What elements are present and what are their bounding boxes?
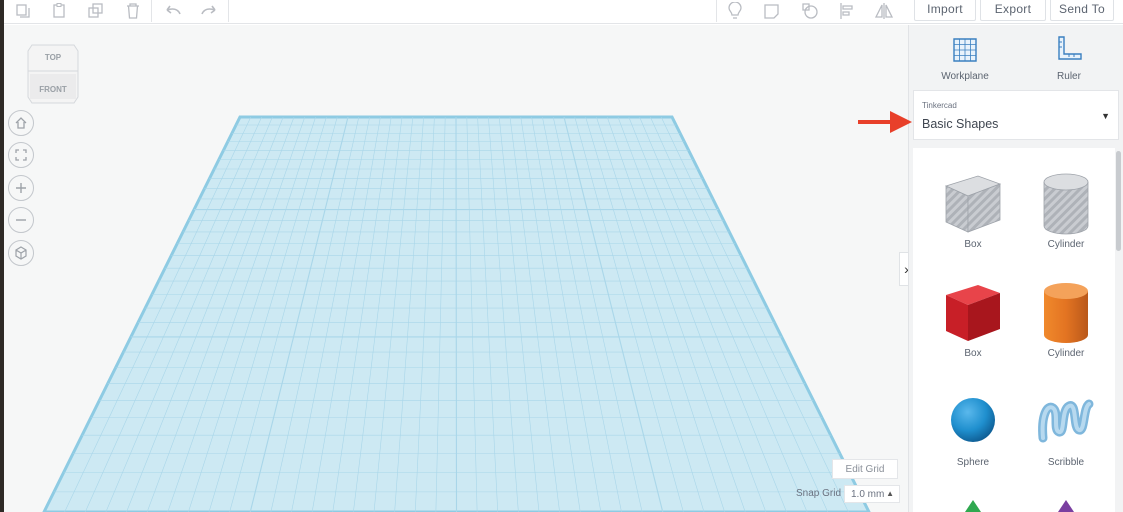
shape-sphere[interactable]: Sphere: [928, 376, 1018, 476]
redo-icon[interactable]: [198, 0, 220, 22]
shape-box-hole[interactable]: Box: [928, 158, 1018, 258]
tinkercad-app: Import Export Send To TOP FRONT Edit Gri…: [4, 0, 1123, 512]
shapes-panel: Workplane Ruler Tinkercad Basic Shapes ▼: [908, 25, 1123, 512]
perspective-button[interactable]: [8, 240, 34, 266]
caret-up-icon: ▲: [886, 489, 894, 498]
copy-icon[interactable]: [12, 0, 34, 22]
viewcube-top-label: TOP: [44, 53, 62, 62]
minus-icon: [16, 219, 26, 221]
scribble-icon: [1038, 399, 1094, 443]
align-icon[interactable]: [836, 0, 858, 22]
export-button[interactable]: Export: [980, 0, 1046, 21]
annotation-arrow-icon: [858, 111, 912, 133]
shape-cone-partial[interactable]: [1056, 498, 1076, 512]
shape-label: Cylinder: [1047, 239, 1085, 250]
fit-view-icon: [15, 149, 27, 161]
zoom-in-button[interactable]: [8, 175, 34, 201]
shape-label: Scribble: [1047, 457, 1085, 468]
workplane-tool[interactable]: Workplane: [915, 25, 1015, 89]
snap-grid-value: 1.0 mm: [851, 488, 885, 500]
lightbulb-icon[interactable]: [724, 0, 746, 22]
notes-icon[interactable]: [761, 0, 783, 22]
shape-scribble[interactable]: Scribble: [1021, 376, 1111, 476]
shape-label: Box: [964, 239, 982, 250]
edit-grid-button[interactable]: Edit Grid: [832, 459, 898, 479]
workplane-label: Workplane: [941, 71, 989, 82]
shape-label: Box: [964, 348, 982, 359]
import-button[interactable]: Import: [914, 0, 976, 21]
shape-library-scrollbar[interactable]: [1116, 151, 1121, 251]
box-hole-icon: [944, 175, 1002, 233]
shape-box[interactable]: Box: [928, 267, 1018, 367]
shape-category-dropdown[interactable]: Tinkercad Basic Shapes ▼: [913, 90, 1119, 140]
duplicate-icon[interactable]: [86, 0, 108, 22]
home-view-button[interactable]: [8, 110, 34, 136]
paste-icon[interactable]: [48, 0, 70, 22]
shape-label: Sphere: [956, 457, 990, 468]
zoom-out-button[interactable]: [8, 207, 34, 233]
view-cube[interactable]: [24, 41, 80, 107]
cylinder-hole-icon: [1043, 173, 1089, 235]
cylinder-icon: [1044, 283, 1088, 343]
shape-roof-partial[interactable]: [963, 498, 983, 512]
shape-label: Cylinder: [1047, 348, 1085, 359]
workplane-viewport[interactable]: TOP FRONT Edit Grid Snap Grid 1.0 mm ▲: [4, 25, 908, 512]
category-value: Basic Shapes: [922, 117, 999, 131]
viewcube-front-label: FRONT: [39, 85, 67, 94]
perspective-cube-icon: [15, 246, 27, 260]
sphere-icon: [951, 398, 995, 442]
category-library-label: Tinkercad: [922, 101, 957, 110]
send-to-button[interactable]: Send To: [1050, 0, 1114, 21]
workplane-icon: [953, 38, 977, 62]
ruler-icon: [1058, 36, 1082, 60]
shape-library: Box Cylinder Box Cylinder Sphere Scribbl…: [913, 148, 1115, 512]
ruler-label: Ruler: [1057, 71, 1081, 82]
show-all-icon[interactable]: [799, 0, 821, 22]
plus-icon: [16, 183, 26, 193]
box-icon: [946, 285, 1000, 341]
snap-grid-label: Snap Grid: [796, 488, 842, 499]
home-icon: [15, 117, 27, 129]
workplane-grid[interactable]: [4, 25, 908, 512]
top-toolbar: Import Export Send To: [4, 0, 1123, 24]
snap-grid-select[interactable]: 1.0 mm ▲: [844, 485, 900, 503]
shape-cylinder-hole[interactable]: Cylinder: [1021, 158, 1111, 258]
fit-view-button[interactable]: [8, 142, 34, 168]
undo-icon[interactable]: [162, 0, 184, 22]
delete-icon[interactable]: [122, 0, 144, 22]
shape-cylinder[interactable]: Cylinder: [1021, 267, 1111, 367]
mirror-icon[interactable]: [872, 0, 896, 22]
caret-down-icon: ▼: [1101, 111, 1110, 121]
ruler-tool[interactable]: Ruler: [1019, 25, 1119, 89]
